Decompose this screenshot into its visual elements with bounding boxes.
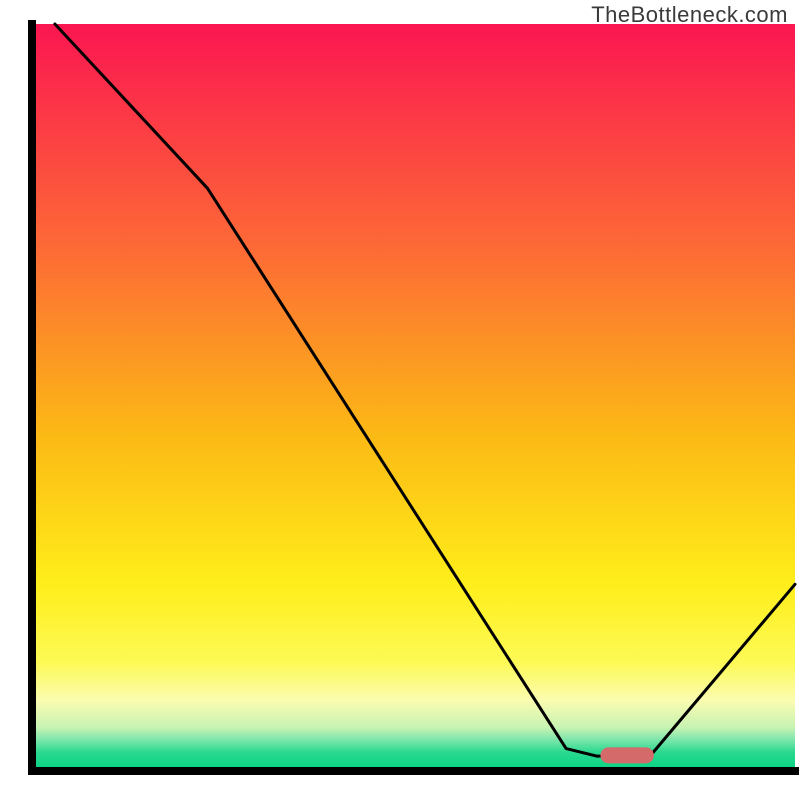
watermark-text: TheBottleneck.com (591, 2, 788, 28)
chart-container: TheBottleneck.com (0, 0, 800, 800)
min-marker (600, 747, 653, 763)
plot-background (32, 24, 795, 771)
chart-svg (0, 0, 800, 800)
